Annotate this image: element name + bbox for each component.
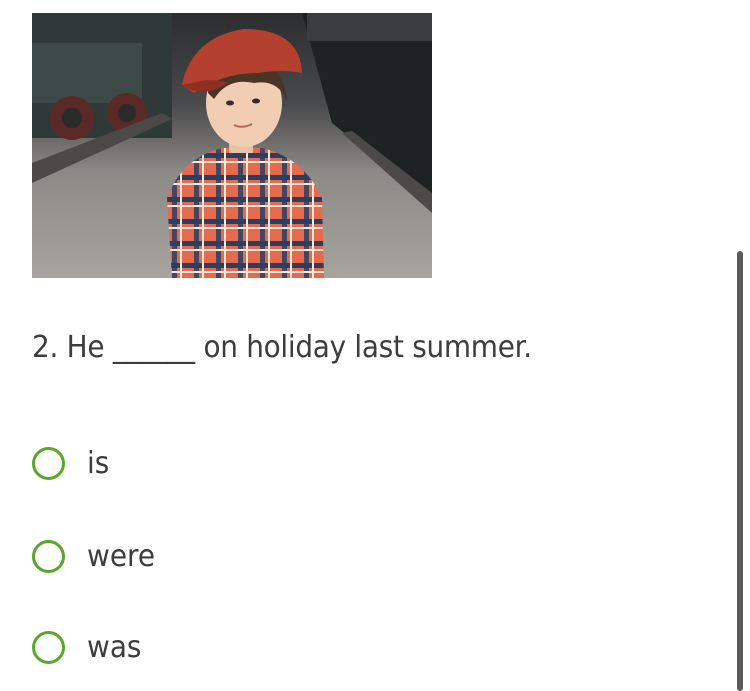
option-label: is xyxy=(87,445,110,481)
radio-button-icon[interactable] xyxy=(32,630,65,664)
question-photo xyxy=(32,13,432,278)
option-was[interactable]: was xyxy=(32,627,146,667)
option-were[interactable]: were xyxy=(32,536,160,576)
option-label: were xyxy=(87,538,156,574)
question-text: 2. He ______ on holiday last summer. xyxy=(32,330,532,365)
boy-photo-illustration xyxy=(32,13,432,278)
radio-button-icon[interactable] xyxy=(32,539,65,573)
option-is[interactable]: is xyxy=(32,443,111,483)
option-label: was xyxy=(87,629,142,665)
scrollbar-thumb[interactable] xyxy=(737,251,743,691)
radio-button-icon[interactable] xyxy=(32,446,65,480)
